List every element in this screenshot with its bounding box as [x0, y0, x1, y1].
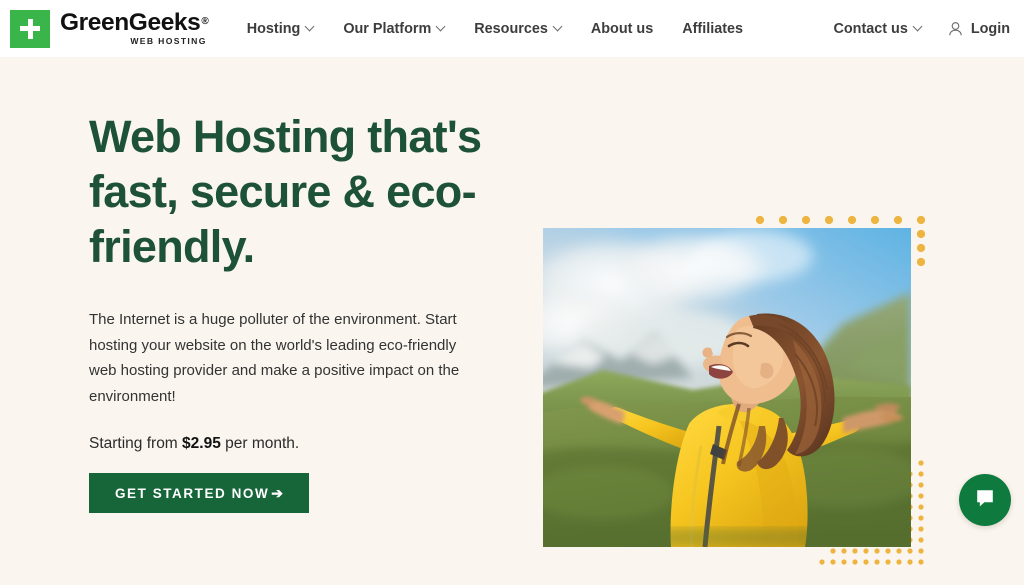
hero-description: The Internet is a huge polluter of the e…: [89, 311, 460, 405]
nav-item-contact-us[interactable]: Contact us: [833, 21, 921, 37]
nav-label: Hosting: [246, 20, 301, 37]
login-label: Login: [970, 20, 1010, 37]
logo[interactable]: GreenGeeks® WEB HOSTING: [10, 8, 209, 48]
hero-image-illustration: [543, 228, 911, 547]
nav-label: Our Platform: [343, 20, 432, 37]
green-plus-square-icon: [10, 9, 50, 48]
chevron-down-icon: [914, 23, 922, 31]
cta-label: GET STARTED NOW: [115, 485, 270, 501]
chat-widget-button[interactable]: [959, 474, 1011, 526]
price-prefix: Starting from: [89, 435, 183, 452]
chat-bubble-icon: [973, 486, 997, 515]
chevron-down-icon: [437, 23, 445, 31]
nav-label: Resources: [474, 20, 548, 37]
price-value: $2.95: [182, 435, 221, 452]
login-link[interactable]: Login: [948, 21, 1010, 37]
hero-section: Web Hosting that's fast, secure & eco-fr…: [0, 57, 1024, 565]
page-title: Web Hosting that's fast, secure & eco-fr…: [89, 111, 482, 272]
brand-name: GreenGeeks: [60, 8, 201, 36]
arrow-right-icon: ➔: [271, 484, 283, 501]
hero-image: [543, 228, 911, 547]
price-suffix: per month.: [220, 435, 300, 452]
site-header: GreenGeeks® WEB HOSTING Hosting Our Plat…: [0, 0, 1024, 57]
nav-item-hosting[interactable]: Hosting: [247, 21, 315, 37]
nav-item-our-platform[interactable]: Our Platform: [343, 21, 445, 37]
chevron-down-icon: [554, 23, 562, 31]
hero-pricing: Starting from $2.95 per month.: [89, 435, 509, 453]
brand-tagline: WEB HOSTING: [130, 36, 207, 47]
logo-wordmark: GreenGeeks® WEB HOSTING: [60, 8, 209, 47]
user-icon: [948, 21, 963, 37]
nav-item-about-us[interactable]: About us: [591, 21, 653, 37]
main-navigation: Hosting Our Platform Resources About us …: [247, 21, 743, 37]
header-actions: Contact us Login: [833, 21, 1010, 37]
get-started-button[interactable]: GET STARTED NOW ➔: [89, 473, 309, 513]
registered-mark: ®: [201, 15, 209, 27]
hero-content: Web Hosting that's fast, secure & eco-fr…: [89, 109, 509, 513]
chevron-down-icon: [306, 23, 314, 31]
nav-item-affiliates[interactable]: Affiliates: [682, 21, 743, 37]
nav-item-resources[interactable]: Resources: [474, 21, 562, 37]
nav-label: Contact us: [833, 20, 908, 37]
